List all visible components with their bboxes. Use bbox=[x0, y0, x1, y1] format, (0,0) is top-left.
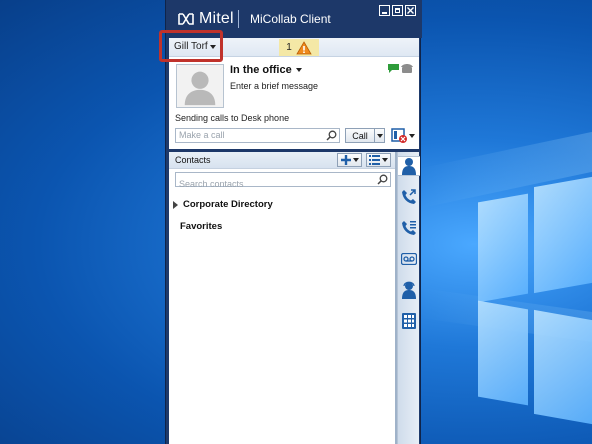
close-icon bbox=[407, 7, 414, 14]
contacts-tab[interactable] bbox=[397, 156, 420, 176]
make-call-input[interactable] bbox=[179, 130, 319, 140]
micollab-window: Mitel MiCollab Client Gill Torf 1 In the… bbox=[165, 0, 422, 444]
chevron-down-icon bbox=[376, 133, 383, 138]
chevron-down-icon bbox=[409, 133, 415, 138]
list-view-icon bbox=[369, 155, 380, 165]
tree-item-corporate-directory[interactable]: Corporate Directory bbox=[173, 199, 273, 210]
tree-item-label: Favorites bbox=[180, 221, 223, 232]
client-area: Gill Torf 1 In the office Enter a brief … bbox=[169, 38, 420, 444]
window-controls bbox=[379, 5, 416, 16]
chevron-down-icon bbox=[295, 68, 302, 72]
person-silhouette-icon bbox=[177, 65, 223, 107]
contacts-icon bbox=[402, 158, 416, 175]
contacts-header: Contacts bbox=[169, 152, 395, 169]
mitel-logo-icon bbox=[178, 13, 194, 25]
presence-icons bbox=[388, 64, 413, 73]
chevron-down-icon bbox=[352, 158, 359, 162]
dialpad-icon bbox=[402, 313, 416, 329]
brief-message[interactable]: Enter a brief message bbox=[230, 81, 318, 91]
do-not-disturb-button[interactable] bbox=[391, 127, 415, 144]
tree-item-favorites[interactable]: Favorites bbox=[180, 221, 222, 232]
search-icon[interactable] bbox=[377, 174, 388, 185]
view-options-button[interactable] bbox=[366, 153, 391, 167]
chevron-down-icon bbox=[382, 158, 388, 162]
title-divider bbox=[238, 10, 239, 28]
expand-arrow-icon[interactable] bbox=[173, 200, 178, 209]
minimize-button[interactable] bbox=[379, 5, 390, 16]
contacts-search-field[interactable] bbox=[175, 172, 391, 189]
warning-icon bbox=[296, 40, 312, 54]
agent-tab[interactable] bbox=[400, 280, 418, 300]
close-button[interactable] bbox=[405, 5, 416, 16]
voicemail-tab[interactable] bbox=[400, 249, 418, 269]
highlight-annotation bbox=[159, 30, 223, 62]
dnd-phone-icon bbox=[391, 127, 407, 143]
windows-logo bbox=[478, 170, 592, 425]
agent-icon bbox=[402, 281, 416, 299]
presence-status-label: In the office bbox=[230, 64, 292, 76]
voicemail-icon bbox=[401, 253, 417, 265]
presence-status[interactable]: In the office bbox=[230, 64, 302, 76]
contacts-title: Contacts bbox=[175, 155, 211, 165]
call-button[interactable]: Call bbox=[345, 128, 375, 143]
navigation-rail bbox=[397, 152, 420, 444]
maximize-button[interactable] bbox=[392, 5, 403, 16]
call-log-icon bbox=[402, 221, 416, 235]
phone-available-icon bbox=[401, 64, 413, 73]
search-icon[interactable] bbox=[326, 130, 337, 141]
chat-available-icon bbox=[388, 64, 399, 73]
brand-name: Mitel bbox=[199, 10, 234, 27]
window-title: MiCollab Client bbox=[250, 12, 331, 26]
call-log-tab[interactable] bbox=[400, 218, 418, 238]
avatar[interactable] bbox=[176, 64, 224, 108]
alert-indicator[interactable]: 1 bbox=[279, 39, 319, 56]
dialpad-tab[interactable] bbox=[400, 311, 418, 331]
call-history-icon bbox=[402, 189, 416, 204]
alert-count: 1 bbox=[286, 42, 292, 53]
mitel-logo: Mitel bbox=[178, 10, 234, 28]
call-routing-status[interactable]: Sending calls to Desk phone bbox=[175, 113, 289, 123]
add-contact-button[interactable] bbox=[337, 153, 362, 167]
make-call-field[interactable] bbox=[175, 128, 340, 143]
call-history-tab[interactable] bbox=[400, 187, 418, 207]
call-options-button[interactable] bbox=[375, 128, 385, 143]
tree-item-label: Corporate Directory bbox=[183, 199, 273, 210]
plus-icon bbox=[340, 155, 351, 165]
